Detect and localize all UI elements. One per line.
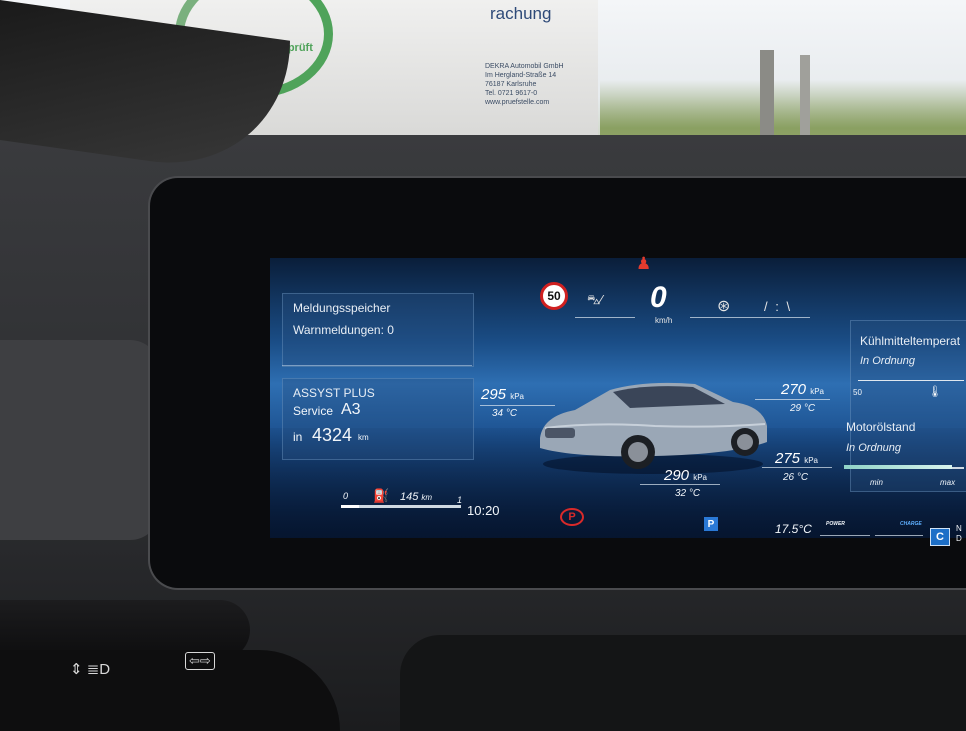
coolant-title: Kühlmitteltemperat bbox=[860, 334, 961, 348]
tire-rear-right: 275 kPa bbox=[775, 450, 818, 467]
service-distance-unit: km bbox=[358, 433, 369, 442]
car-image bbox=[540, 382, 767, 474]
charge-label: CHARGE bbox=[900, 521, 922, 527]
tire-rear-left: 290 kPa bbox=[664, 467, 707, 484]
tire-pressure-unit: kPa bbox=[693, 473, 707, 482]
stalk-base bbox=[0, 650, 340, 731]
clock: 10:20 bbox=[467, 503, 500, 518]
tire-front-left-temp: 34 °C bbox=[492, 408, 518, 419]
high-beam-icon: ⇕ ≣D bbox=[70, 661, 111, 678]
coolant-gauge-track bbox=[858, 380, 964, 381]
gear-indicator: P bbox=[704, 517, 718, 531]
van-company-line: Im Hergland-Straße 14 bbox=[485, 72, 557, 79]
speed-limit-sign: 50 bbox=[540, 282, 568, 310]
range-readout: 145 km bbox=[400, 491, 432, 503]
range-value: 145 bbox=[400, 491, 419, 503]
tire-pressure-unit: kPa bbox=[510, 392, 524, 401]
van-company-line: Tel. 0721 9617-0 bbox=[485, 90, 538, 97]
tire-rear-right-temp: 26 °C bbox=[783, 472, 809, 483]
power-label: POWER bbox=[826, 521, 845, 527]
tire-pressure-value: 270 bbox=[781, 381, 807, 398]
divider bbox=[480, 405, 555, 406]
divider bbox=[755, 399, 830, 400]
fuel-gauge-track bbox=[341, 505, 461, 508]
coolant-status: In Ordnung bbox=[860, 355, 916, 367]
service-distance: 4324 bbox=[312, 425, 353, 445]
divider bbox=[762, 467, 832, 468]
speed-unit: km/h bbox=[655, 316, 673, 325]
parking-brake-icon: P bbox=[560, 508, 584, 526]
oil-max-label: max bbox=[940, 478, 956, 487]
van-company-address: DEKRA Automobil GmbH Im Hergland-Straße … bbox=[485, 62, 575, 107]
divider bbox=[282, 365, 472, 366]
coolant-scale-min: 50 bbox=[853, 388, 862, 397]
turn-signal-icon: ⇦⇨ bbox=[185, 652, 215, 670]
message-memory-title: Meldungsspeicher bbox=[293, 301, 391, 315]
distance-assist-icon: ⛍⁄ bbox=[587, 292, 603, 307]
divider bbox=[690, 317, 810, 318]
tire-rear-left-temp: 32 °C bbox=[675, 488, 701, 499]
speed-readout: 0 bbox=[650, 281, 667, 314]
fuel-scale-min: 0 bbox=[343, 491, 349, 501]
fuel-pump-icon: ⛽ bbox=[373, 488, 390, 503]
lane-assist-icon: / : \ bbox=[764, 299, 793, 314]
tire-pressure-value: 295 bbox=[481, 386, 507, 403]
steering-assist-icon: ⊛ bbox=[717, 298, 731, 315]
charge-bar bbox=[875, 535, 923, 536]
oil-min-label: min bbox=[870, 478, 883, 487]
fuel-gauge-fill bbox=[341, 505, 359, 508]
warning-count: Warnmeldungen: 0 bbox=[293, 323, 394, 337]
steering-column-cover bbox=[400, 635, 966, 731]
fuel-scale-max: 1 bbox=[457, 495, 463, 505]
divider bbox=[575, 317, 635, 318]
van-company-line: DEKRA Automobil GmbH bbox=[485, 63, 564, 70]
tire-front-right: 270 kPa bbox=[781, 381, 824, 398]
tire-pressure-value: 275 bbox=[775, 450, 801, 467]
tire-front-right-temp: 29 °C bbox=[790, 403, 816, 414]
service-in-label: in bbox=[293, 430, 303, 444]
oil-gauge-fill bbox=[844, 465, 952, 469]
divider bbox=[640, 484, 720, 485]
range-unit: km bbox=[421, 493, 433, 502]
drive-mode-indicator: C bbox=[930, 528, 950, 546]
coolant-thermometer-icon: 🌡 bbox=[928, 386, 942, 398]
tire-pressure-unit: kPa bbox=[810, 387, 824, 396]
van-lettering: rachung bbox=[490, 4, 552, 23]
tire-pressure-unit: kPa bbox=[804, 456, 818, 465]
outside-temperature: 17.5°C bbox=[775, 522, 812, 536]
air-vent bbox=[0, 340, 160, 540]
service-label: Service bbox=[293, 404, 334, 418]
service-code: A3 bbox=[341, 401, 361, 418]
oil-title: Motorölstand bbox=[846, 420, 916, 434]
assyst-title: ASSYST PLUS bbox=[293, 386, 375, 400]
tire-front-left: 295 kPa bbox=[481, 386, 524, 403]
van-company-line: 76187 Karlsruhe bbox=[485, 81, 537, 88]
van-company-line: www.pruefstelle.com bbox=[485, 99, 550, 106]
power-bar bbox=[820, 535, 870, 536]
oil-status: In Ordnung bbox=[846, 442, 902, 454]
seatbelt-warning-icon: ♟ bbox=[636, 254, 652, 273]
drive-mode-partial: N D bbox=[956, 524, 962, 543]
tire-pressure-value: 290 bbox=[664, 467, 690, 484]
